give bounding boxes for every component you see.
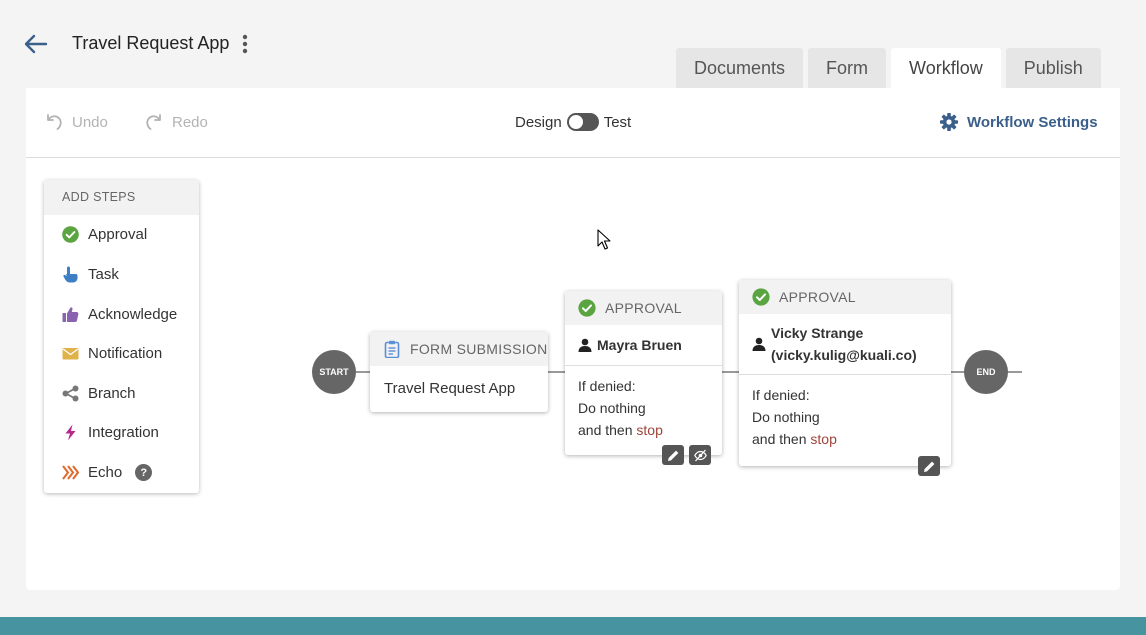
approval-2-approver-name: Vicky Strange — [771, 325, 864, 341]
approval-2-title: APPROVAL — [779, 289, 856, 305]
gear-icon — [940, 113, 958, 131]
undo-icon — [47, 114, 62, 130]
app-title: Travel Request App — [72, 33, 230, 53]
user-icon — [752, 337, 766, 351]
test-label: Test — [603, 113, 632, 131]
design-test-switch[interactable] — [566, 113, 599, 131]
check-circle-icon — [578, 299, 596, 317]
undo-button[interactable]: Undo — [44, 112, 108, 132]
approval-1-denied-line2: Do nothing — [578, 400, 646, 416]
check-circle-icon — [752, 288, 770, 306]
undo-label: Undo — [72, 113, 108, 131]
approval-1-hide-button[interactable] — [689, 445, 711, 465]
back-arrow-icon[interactable] — [22, 32, 48, 56]
form-submission-body: Travel Request App — [384, 380, 516, 397]
tab-documents[interactable]: Documents — [676, 48, 804, 88]
approval-1-denied-rule: If denied: Do nothing and then stop — [565, 366, 722, 441]
approval-2-header: APPROVAL — [739, 280, 951, 314]
workflow-settings-button[interactable]: Workflow Settings — [939, 112, 1098, 132]
eye-off-icon — [693, 449, 707, 461]
pencil-icon — [667, 450, 678, 461]
approval-2-approver: Vicky Strange (vicky.kulig@kuali.co) — [739, 314, 951, 375]
approval-2-edit-button[interactable] — [918, 456, 940, 476]
design-label: Design — [515, 113, 562, 131]
approval-1-approver-name: Mayra Bruen — [597, 337, 682, 353]
approval-2-denied-rule: If denied: Do nothing and then stop — [739, 375, 951, 450]
workflow-panel: Undo Redo Design Test Workflow Settings … — [26, 88, 1120, 590]
clipboard-icon — [384, 340, 400, 358]
top-bar: Travel Request App Documents Form Workfl… — [0, 0, 1146, 88]
tab-publish[interactable]: Publish — [1005, 48, 1101, 88]
approval-1-denied-line3: and then — [578, 422, 633, 438]
end-node: END — [964, 350, 1008, 394]
approval-1-denied-line1: If denied: — [578, 378, 636, 394]
approval-2-denied-line1: If denied: — [752, 387, 810, 403]
approval-2-denied-line2: Do nothing — [752, 409, 820, 425]
view-tabs: Documents Form Workflow Publish — [676, 48, 1101, 88]
form-submission-header: FORM SUBMISSION — [370, 332, 548, 366]
tab-workflow[interactable]: Workflow — [891, 48, 1001, 88]
tab-form[interactable]: Form — [808, 48, 887, 88]
design-test-toggle-group: Design Test — [515, 113, 631, 131]
approval-1-edit-button[interactable] — [662, 445, 684, 465]
footer-bar — [0, 617, 1146, 635]
form-submission-card[interactable]: FORM SUBMISSION Travel Request App — [370, 332, 548, 412]
mouse-cursor-icon — [597, 229, 611, 250]
more-options-icon[interactable] — [238, 33, 252, 55]
approval-1-header: APPROVAL — [565, 291, 722, 325]
approval-card-1[interactable]: APPROVAL Mayra Bruen If denied: Do nothi… — [565, 291, 722, 465]
start-node: START — [312, 350, 356, 394]
switch-knob — [568, 115, 583, 129]
form-submission-title: FORM SUBMISSION — [410, 341, 548, 357]
approval-card-2[interactable]: APPROVAL Vicky Strange (vicky.kulig@kual… — [739, 280, 951, 476]
approval-2-approver-email: (vicky.kulig@kuali.co) — [771, 347, 917, 363]
approval-2-denied-action: stop — [810, 431, 837, 447]
approval-2-denied-line3: and then — [752, 431, 807, 447]
redo-button[interactable]: Redo — [144, 112, 208, 132]
approval-1-denied-action: stop — [636, 422, 663, 438]
workflow-toolbar: Undo Redo Design Test Workflow Settings — [26, 88, 1120, 158]
pencil-icon — [923, 461, 934, 472]
workflow-settings-label: Workflow Settings — [967, 113, 1098, 131]
user-icon — [578, 338, 592, 352]
redo-icon — [146, 114, 161, 130]
approval-1-title: APPROVAL — [605, 300, 682, 316]
workflow-canvas: START FORM SUBMISSION Travel Request App — [26, 158, 1120, 590]
redo-label: Redo — [172, 113, 208, 131]
approval-1-approver: Mayra Bruen — [565, 325, 722, 366]
